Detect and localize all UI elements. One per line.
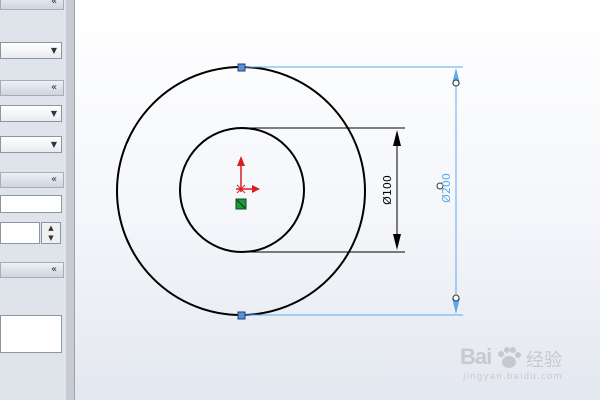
section-header-3[interactable]: « bbox=[0, 172, 64, 188]
origin-icon bbox=[236, 156, 260, 194]
circle-point-bottom[interactable] bbox=[237, 311, 246, 320]
property-manager-panel: « ▼ « ▼ ▼ « ▲ ▼ « bbox=[0, 0, 67, 400]
watermark-name: 经验 bbox=[526, 350, 562, 371]
spinner-down-icon[interactable]: ▼ bbox=[42, 233, 60, 243]
dropdown-arrow-icon: ▼ bbox=[50, 109, 57, 118]
paw-icon bbox=[498, 347, 521, 368]
graphics-area[interactable]: Ø100 Ø200 Bai 经验 jingyan.baidu.com bbox=[75, 0, 600, 400]
text-field-1[interactable] bbox=[0, 195, 62, 213]
dropdown-arrow-icon: ▼ bbox=[50, 46, 57, 55]
section-header-2[interactable]: « bbox=[0, 80, 64, 96]
collapse-icon[interactable]: « bbox=[48, 82, 60, 94]
outer-dimension-label[interactable]: Ø200 bbox=[440, 173, 453, 203]
dropdown-3[interactable]: ▼ bbox=[0, 136, 62, 153]
spinner-up-icon[interactable]: ▲ bbox=[42, 223, 60, 233]
sketch-view: Ø100 Ø200 bbox=[116, 63, 463, 320]
spinner-icon[interactable]: ▲ ▼ bbox=[41, 222, 61, 244]
inner-arrow-bottom bbox=[393, 234, 401, 250]
inner-dimension-label[interactable]: Ø100 bbox=[381, 175, 394, 205]
collapse-icon[interactable]: « bbox=[48, 174, 60, 186]
dimension-handle-bottom[interactable] bbox=[452, 294, 460, 302]
dropdown-1[interactable]: ▼ bbox=[0, 42, 62, 59]
inner-arrow-top bbox=[393, 130, 401, 146]
section-header-1[interactable]: « bbox=[0, 0, 64, 10]
panel-scrollbar[interactable] bbox=[66, 0, 75, 400]
baidu-watermark: Bai 经验 jingyan.baidu.com bbox=[460, 344, 600, 384]
watermark-logo: Bai bbox=[460, 344, 492, 369]
dimension-handle-top[interactable] bbox=[452, 79, 460, 87]
watermark-url: jingyan.baidu.com bbox=[463, 372, 564, 382]
list-box[interactable] bbox=[0, 315, 62, 353]
collapse-icon[interactable]: « bbox=[48, 0, 60, 8]
section-header-4[interactable]: « bbox=[0, 262, 64, 278]
numeric-input[interactable] bbox=[0, 222, 40, 244]
dropdown-arrow-icon: ▼ bbox=[50, 140, 57, 149]
collapse-icon[interactable]: « bbox=[48, 264, 60, 276]
circle-point-top[interactable] bbox=[237, 63, 246, 72]
dropdown-2[interactable]: ▼ bbox=[0, 105, 62, 122]
